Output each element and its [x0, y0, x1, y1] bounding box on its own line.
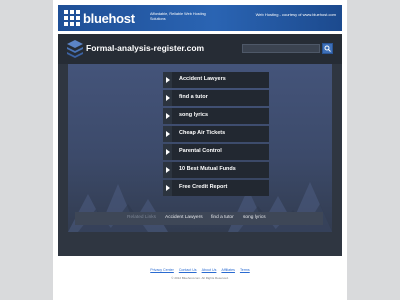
footer-link-terms[interactable]: Terms	[240, 268, 250, 272]
link-cheap-air-tickets[interactable]: Cheap Air Tickets	[163, 126, 269, 142]
link-label: song lyrics	[179, 112, 209, 118]
related-link-find-a-tutor[interactable]: find a tutor	[211, 215, 234, 220]
site-title: Formal-analysis-register.com	[86, 43, 205, 53]
arrow-right-icon	[166, 131, 170, 137]
main-panel: Formal-analysis-register.com Accident La…	[58, 34, 342, 256]
arrow-right-icon	[166, 149, 170, 155]
related-link-song-lyrics[interactable]: song lyrics	[243, 215, 266, 220]
bluehost-grid-icon	[64, 10, 80, 26]
link-parental-control[interactable]: Parental Control	[163, 144, 269, 160]
related-links-bar: Related Links Accident Lawyers find a tu…	[75, 212, 323, 225]
bluehost-brand: bluehost	[83, 11, 135, 26]
link-label: Cheap Air Tickets	[179, 130, 226, 136]
footer-link-contact-us[interactable]: Contact Us	[179, 268, 197, 272]
copyright-text: © 2012 Bluehost.com. All Rights Reserved…	[171, 276, 229, 280]
site-header: Formal-analysis-register.com	[58, 34, 342, 64]
arrow-right-icon	[166, 167, 170, 173]
stacked-layers-icon	[67, 40, 83, 58]
content-area: Accident Lawyers find a tutor song lyric…	[68, 64, 332, 232]
link-label: Accident Lawyers	[179, 76, 226, 82]
footer-link-affiliates[interactable]: Affiliates	[221, 268, 235, 272]
link-label: find a tutor	[179, 94, 208, 100]
link-label: Free Credit Report	[179, 184, 228, 190]
link-accident-lawyers[interactable]: Accident Lawyers	[163, 72, 269, 88]
bluehost-courtesy-text: Web Hosting - courtesy of www.bluehost.c…	[255, 12, 336, 17]
footer-link-privacy-center[interactable]: Privacy Center	[150, 268, 174, 272]
link-label: Parental Control	[179, 148, 222, 154]
related-links-label: Related Links	[127, 215, 157, 220]
arrow-right-icon	[166, 113, 170, 119]
search-button[interactable]	[322, 43, 333, 54]
arrow-right-icon	[166, 95, 170, 101]
footer-links: Privacy Center Contact Us About Us Affil…	[0, 268, 400, 272]
arrow-right-icon	[166, 185, 170, 191]
bluehost-tagline: Affordable, Reliable Web Hosting Solutio…	[150, 12, 206, 21]
footer-link-about-us[interactable]: About Us	[202, 268, 217, 272]
link-label: 10 Best Mutual Funds	[179, 166, 236, 172]
link-10-best-mutual-funds[interactable]: 10 Best Mutual Funds	[163, 162, 269, 178]
related-link-accident-lawyers[interactable]: Accident Lawyers	[165, 215, 203, 220]
search-icon	[324, 45, 331, 52]
bluehost-banner[interactable]: bluehost Affordable, Reliable Web Hostin…	[58, 5, 342, 31]
link-list: Accident Lawyers find a tutor song lyric…	[163, 72, 269, 198]
search-input[interactable]	[242, 44, 320, 53]
link-find-a-tutor[interactable]: find a tutor	[163, 90, 269, 106]
arrow-right-icon	[166, 77, 170, 83]
link-song-lyrics[interactable]: song lyrics	[163, 108, 269, 124]
link-free-credit-report[interactable]: Free Credit Report	[163, 180, 269, 196]
